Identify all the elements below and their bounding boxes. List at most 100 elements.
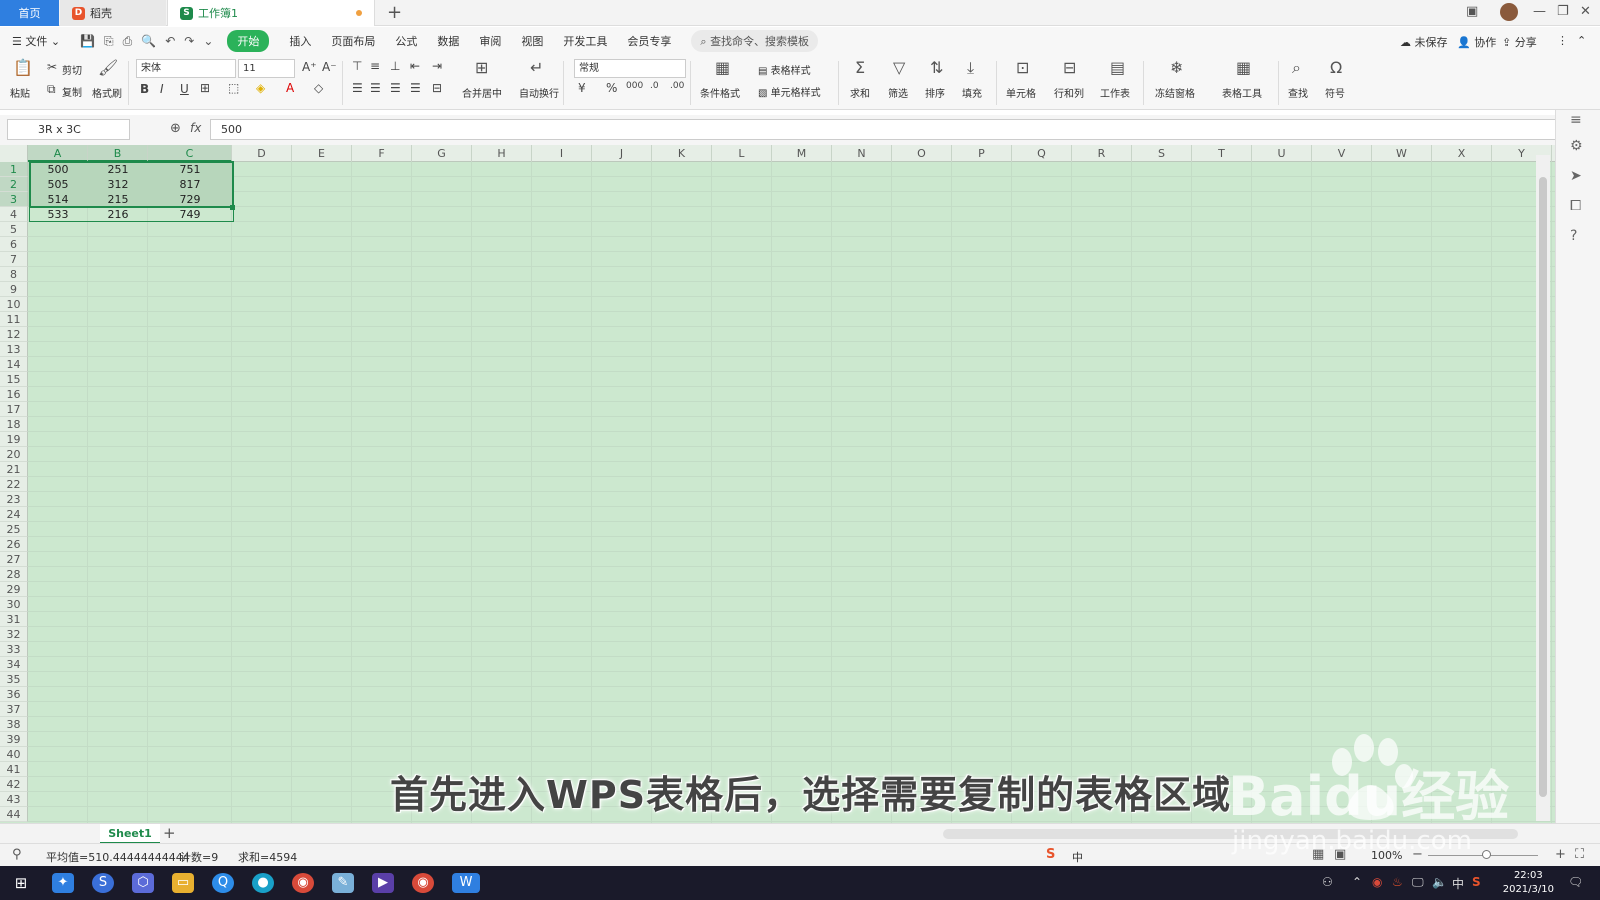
ime-mode[interactable]: 中 (1072, 849, 1083, 865)
wrap-text-button[interactable]: 自动换行 (519, 85, 559, 100)
decrease-decimal-icon[interactable]: .00 (670, 81, 684, 91)
number-format-select[interactable]: 常规 (574, 59, 686, 78)
align-left-icon[interactable]: ☰ (352, 81, 363, 95)
row-header[interactable]: 16 (0, 387, 28, 402)
menu-review[interactable]: 审阅 (479, 33, 501, 49)
row-col-button[interactable]: 行和列 (1054, 85, 1084, 100)
fill-icon[interactable]: ⤓ (967, 58, 974, 78)
row-header[interactable]: 4 (0, 207, 28, 222)
column-header[interactable]: X (1432, 145, 1492, 162)
tray-ime[interactable]: 中 (1452, 875, 1464, 892)
merge-center-icon[interactable]: ⊞ (475, 58, 488, 77)
row-header[interactable]: 2 (0, 177, 28, 192)
sort-button[interactable]: 排序 (925, 85, 945, 100)
sum-icon[interactable]: Σ (855, 58, 865, 77)
column-header[interactable]: H (472, 145, 532, 162)
menu-data[interactable]: 数据 (437, 33, 459, 49)
paste-icon[interactable]: 📋 (13, 58, 33, 77)
percent-icon[interactable]: % (606, 81, 617, 95)
increase-indent-icon[interactable]: ⇥ (432, 59, 442, 73)
chrome-icon[interactable]: ◉ (292, 873, 314, 893)
row-header[interactable]: 23 (0, 492, 28, 507)
add-sheet-button[interactable]: + (163, 824, 176, 842)
avatar[interactable] (1500, 3, 1518, 21)
column-header[interactable]: K (652, 145, 712, 162)
column-header[interactable]: E (292, 145, 352, 162)
filter-icon[interactable]: ▽ (893, 58, 905, 77)
formula-input[interactable]: 500 (210, 119, 1562, 140)
row-header[interactable]: 1 (0, 162, 28, 177)
clear-format-icon[interactable]: ◇ (314, 81, 323, 95)
customize-dropdown-icon[interactable]: ⌄ (203, 34, 213, 48)
column-header[interactable]: L (712, 145, 772, 162)
fx-button[interactable]: fx (190, 121, 201, 135)
distribute-icon[interactable]: ⊟ (432, 81, 442, 95)
menu-view[interactable]: 视图 (521, 33, 543, 49)
tab-home[interactable]: 首页 (0, 0, 59, 26)
cell[interactable]: 817 (148, 177, 232, 192)
column-header[interactable]: N (832, 145, 892, 162)
align-top-icon[interactable]: ⊤ (352, 59, 362, 73)
table-tools-button[interactable]: 表格工具 (1222, 85, 1262, 100)
unsaved-button[interactable]: ☁ 未保存 (1400, 34, 1448, 50)
cell-fill-icon[interactable]: ⬚ (228, 81, 239, 95)
fill-button[interactable]: 填充 (962, 85, 982, 100)
vertical-scroll-thumb[interactable] (1539, 177, 1547, 797)
tray-app-icon[interactable]: ♨ (1392, 875, 1403, 889)
justify-icon[interactable]: ☰ (410, 81, 421, 95)
find-button[interactable]: 查找 (1288, 85, 1308, 100)
spreadsheet-grid[interactable]: ABCDEFGHIJKLMNOPQRSTUVWXY 1 2 3 4 5 6 7 8 9 10 11 1… (0, 145, 1555, 823)
column-header[interactable]: I (532, 145, 592, 162)
notification-icon[interactable]: 🗨 (1568, 875, 1583, 889)
column-header[interactable]: D (232, 145, 292, 162)
cell[interactable]: 749 (148, 207, 232, 222)
cell[interactable]: 729 (148, 192, 232, 207)
borders-icon[interactable]: ⊞ (200, 81, 210, 95)
print-preview-icon[interactable]: 🔍 (141, 34, 156, 48)
windows-start-icon[interactable]: ⊞ (10, 873, 32, 893)
currency-icon[interactable]: ¥ (578, 81, 586, 95)
column-header[interactable]: S (1132, 145, 1192, 162)
row-header[interactable]: 42 (0, 777, 28, 792)
table-tools-icon[interactable]: ▦ (1236, 58, 1251, 77)
thousands-icon[interactable]: 000 (626, 81, 643, 91)
format-painter-icon[interactable]: 🖌 (98, 58, 118, 77)
sheet-tab-sheet1[interactable]: Sheet1 (100, 824, 160, 844)
tab-daoke[interactable]: D 稻壳 (60, 0, 166, 26)
column-header[interactable]: M (772, 145, 832, 162)
undo-icon[interactable]: ↶ (165, 34, 175, 48)
row-header[interactable]: 26 (0, 537, 28, 552)
tablet-mode-icon[interactable]: ▣ (1466, 4, 1478, 19)
command-search[interactable]: ⌕ 查找命令、搜索模板 (691, 30, 819, 52)
select-all-corner[interactable] (0, 145, 28, 162)
symbol-button[interactable]: 符号 (1325, 85, 1345, 100)
sogou-ime-icon[interactable]: S (1046, 847, 1055, 862)
row-header[interactable]: 8 (0, 267, 28, 282)
row-header[interactable]: 28 (0, 567, 28, 582)
row-header[interactable]: 25 (0, 522, 28, 537)
menu-member[interactable]: 会员专享 (627, 33, 671, 49)
menu-file[interactable]: ☰ 文件 ⌄ (12, 33, 60, 49)
macro-icon[interactable]: ⚲ (12, 847, 22, 862)
row-header[interactable]: 36 (0, 687, 28, 702)
row-header[interactable]: 14 (0, 357, 28, 372)
zoom-formula-icon[interactable]: ⊕ (170, 121, 181, 136)
table-style-button[interactable]: ▤ 表格样式 (758, 62, 811, 77)
restore-icon[interactable]: ❐ (1557, 4, 1569, 19)
menu-developer[interactable]: 开发工具 (563, 33, 607, 49)
row-col-icon[interactable]: ⊟ (1063, 58, 1076, 77)
collab-button[interactable]: 👤 协作 (1457, 34, 1496, 50)
row-header[interactable]: 34 (0, 657, 28, 672)
row-header[interactable]: 7 (0, 252, 28, 267)
close-icon[interactable]: ✕ (1580, 4, 1591, 19)
column-header[interactable]: C (148, 145, 232, 162)
cell[interactable]: 505 (28, 177, 88, 192)
row-header[interactable]: 29 (0, 582, 28, 597)
cell[interactable]: 500 (28, 162, 88, 177)
minimize-icon[interactable]: — (1533, 4, 1546, 19)
row-header[interactable]: 21 (0, 462, 28, 477)
row-header[interactable]: 9 (0, 282, 28, 297)
menu-formulas[interactable]: 公式 (395, 33, 417, 49)
cell-button[interactable]: 单元格 (1006, 85, 1036, 100)
panel-menu-icon[interactable]: ≡ (1570, 112, 1582, 128)
